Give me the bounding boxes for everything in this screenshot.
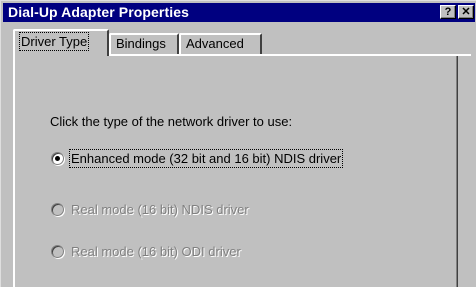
radio-enhanced-mode-label[interactable]: Enhanced mode (32 bit and 16 bit) NDIS d… (68, 149, 344, 168)
window-right-margin (471, 54, 476, 287)
tab-driver-type-label: Driver Type (18, 32, 90, 51)
close-icon: ✕ (461, 6, 471, 18)
radio-real-mode-ndis-label: Real mode (16 bit) NDIS driver (71, 202, 249, 217)
radio-button-icon (51, 203, 64, 216)
title-bar[interactable]: Dial-Up Adapter Properties ? ✕ (3, 3, 475, 22)
radio-real-mode-odi-label: Real mode (16 bit) ODI driver (71, 244, 241, 259)
help-button[interactable]: ? (440, 5, 456, 19)
window-title: Dial-Up Adapter Properties (8, 4, 190, 20)
radio-real-mode-ndis: Real mode (16 bit) NDIS driver (51, 202, 249, 217)
radio-button-icon (51, 245, 64, 258)
tab-bindings-label: Bindings (116, 36, 166, 51)
close-button[interactable]: ✕ (458, 5, 474, 19)
help-icon: ? (444, 6, 452, 18)
instruction-text: Click the type of the network driver to … (50, 114, 293, 129)
radio-button-icon[interactable] (51, 152, 64, 165)
tab-advanced[interactable]: Advanced (179, 33, 262, 55)
radio-selected-dot (55, 156, 60, 161)
tab-bindings[interactable]: Bindings (109, 33, 179, 55)
tab-driver-type[interactable]: Driver Type (13, 29, 109, 56)
dialog-window: Dial-Up Adapter Properties ? ✕ Driver Ty… (0, 0, 476, 287)
panel-edge (456, 56, 458, 287)
tab-advanced-label: Advanced (186, 36, 244, 51)
radio-real-mode-odi: Real mode (16 bit) ODI driver (51, 244, 241, 259)
radio-enhanced-mode[interactable]: Enhanced mode (32 bit and 16 bit) NDIS d… (51, 149, 344, 168)
